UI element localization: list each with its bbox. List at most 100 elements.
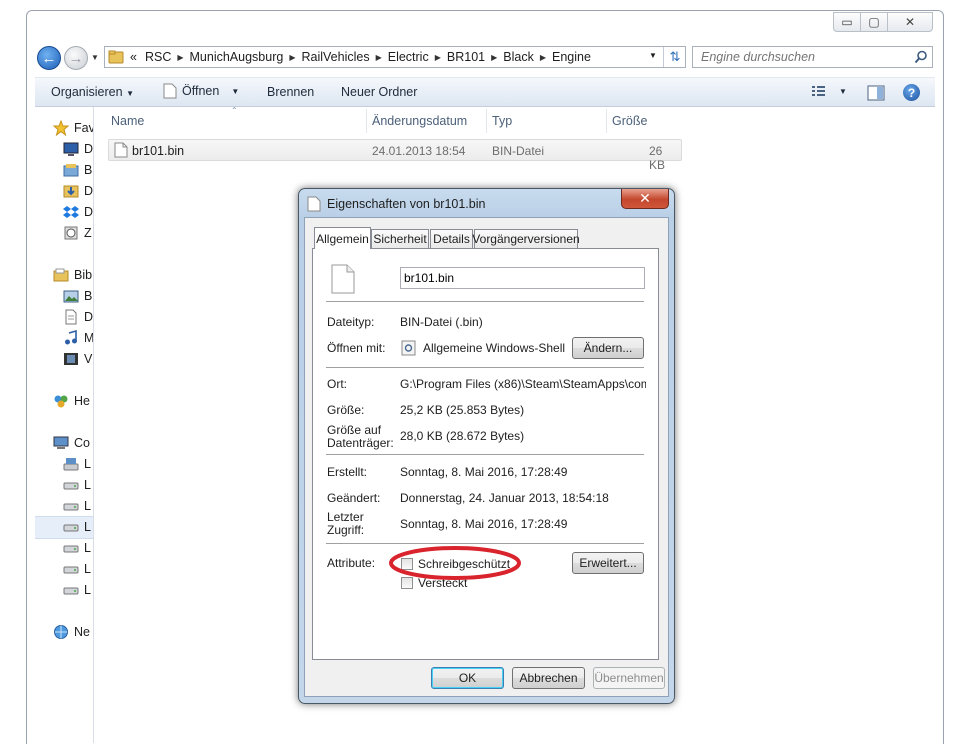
nav-item-folder[interactable]: B (63, 161, 92, 179)
breadcrumb-item[interactable]: Electric (383, 50, 434, 64)
filename-input[interactable] (400, 267, 645, 289)
nav-item-network[interactable]: Ne (53, 623, 90, 641)
refresh-icon[interactable]: ⇅ (663, 47, 686, 67)
breadcrumb-item[interactable]: BR101 (442, 50, 490, 64)
nav-item-drive[interactable]: L (63, 560, 91, 578)
drive-icon (63, 587, 79, 595)
desktop-icon (63, 142, 79, 156)
cancel-button[interactable]: Abbrechen (512, 667, 585, 689)
back-button[interactable]: ← (37, 46, 61, 70)
computer-icon (53, 436, 69, 449)
recent-places-icon (64, 226, 78, 240)
column-header-date[interactable]: Änderungsdatum (372, 114, 467, 128)
nav-item-favorites[interactable]: Fav (53, 119, 93, 137)
advanced-button[interactable]: Erweitert... (572, 552, 644, 574)
folder-icon (63, 164, 79, 177)
nav-item-documents[interactable]: D (63, 308, 93, 326)
forward-button[interactable]: → (64, 46, 88, 70)
nav-item-recent-places[interactable]: Z (63, 224, 92, 242)
file-row[interactable]: br101.bin 24.01.2013 18:54 BIN-Datei 26 … (108, 139, 682, 172)
file-icon (307, 196, 321, 212)
column-header-type[interactable]: Typ (492, 114, 512, 128)
videos-icon (64, 353, 78, 365)
search-box[interactable] (692, 46, 933, 68)
arrow-left-icon: ← (41, 49, 57, 67)
readonly-label[interactable]: Schreibgeschützt (418, 558, 510, 571)
size-label: Größe: (327, 403, 365, 417)
created-value: Sonntag, 8. Mai 2016, 17:28:49 (400, 466, 568, 479)
nav-item-drive[interactable]: L (63, 581, 91, 599)
address-bar[interactable]: « RSC ▶ MunichAugsburg ▶ RailVehicles ▶ … (104, 46, 686, 68)
hidden-checkbox[interactable] (401, 577, 413, 589)
tab-security[interactable]: Sicherheit (371, 229, 429, 248)
breadcrumb-item[interactable]: RSC (140, 50, 176, 64)
tab-previous-versions[interactable]: Vorgängerversionen (472, 229, 580, 248)
search-icon[interactable] (914, 50, 928, 64)
minimize-button[interactable]: ▭ (833, 12, 861, 32)
ok-button[interactable]: OK (431, 667, 504, 689)
burn-button[interactable]: Brennen (267, 85, 314, 99)
file-type-value: BIN-Datei (.bin) (400, 316, 483, 329)
divider (326, 543, 644, 544)
breadcrumb-separator[interactable]: ▶ (288, 53, 296, 62)
nav-item-drive[interactable]: L (63, 497, 91, 515)
file-size: 26 KB (649, 144, 666, 172)
column-divider[interactable] (606, 109, 607, 133)
nav-item-label: B (84, 163, 93, 177)
nav-item-label: D (84, 142, 94, 156)
nav-item-music[interactable]: M (63, 329, 93, 347)
search-input[interactable] (699, 49, 908, 65)
preview-pane-icon[interactable] (867, 85, 885, 101)
column-header-name[interactable]: Name (111, 114, 144, 128)
nav-item-drive-selected[interactable]: L (63, 518, 91, 536)
breadcrumb-separator[interactable]: ▶ (490, 53, 498, 62)
dialog-close-button[interactable]: ✕ (621, 189, 669, 209)
nav-item-computer[interactable]: Co (53, 434, 90, 452)
column-header-size[interactable]: Größe (612, 114, 647, 128)
maximize-button[interactable]: ▢ (860, 12, 888, 32)
readonly-checkbox[interactable] (401, 558, 413, 570)
nav-item-label: L (84, 499, 91, 513)
overflow-chevron[interactable]: « (124, 50, 140, 64)
nav-item-drive[interactable]: L (63, 539, 91, 557)
help-icon[interactable]: ? (903, 84, 920, 101)
nav-item-label: L (84, 520, 91, 534)
nav-item-pictures[interactable]: B (63, 287, 92, 305)
nav-item-homegroup[interactable]: He (53, 392, 90, 410)
column-divider[interactable] (366, 109, 367, 133)
nav-item-drive[interactable]: L (63, 455, 91, 473)
nav-item-label: L (84, 583, 91, 597)
breadcrumb-separator[interactable]: ▶ (176, 53, 184, 62)
tab-general[interactable]: Allgemein (314, 227, 371, 249)
star-icon (53, 120, 69, 136)
tab-details[interactable]: Details (430, 229, 473, 248)
breadcrumb-item[interactable]: MunichAugsburg (185, 50, 289, 64)
close-button[interactable]: ✕ (887, 12, 933, 32)
open-menu[interactable]: Öffnen ▼ (163, 83, 239, 99)
breadcrumb-item[interactable]: Black (498, 50, 539, 64)
nav-item-desktop[interactable]: D (63, 140, 93, 158)
breadcrumb-item[interactable]: Engine (547, 50, 596, 64)
hidden-label[interactable]: Versteckt (418, 577, 467, 590)
view-options-button[interactable]: ▼ (811, 84, 847, 98)
breadcrumb-item[interactable]: RailVehicles (296, 50, 374, 64)
nav-item-videos[interactable]: V (63, 350, 92, 368)
nav-item-label: Ne (74, 625, 90, 639)
nav-item-label: Bib (74, 268, 93, 282)
recent-pages-dropdown[interactable]: ▼ (91, 53, 99, 62)
documents-icon (65, 309, 77, 325)
column-divider[interactable] (486, 109, 487, 133)
breadcrumb-separator[interactable]: ▶ (375, 53, 383, 62)
organize-menu[interactable]: Organisieren ▼ (51, 85, 134, 99)
breadcrumb-separator[interactable]: ▶ (539, 53, 547, 62)
breadcrumb-separator[interactable]: ▶ (434, 53, 442, 62)
address-dropdown-icon[interactable]: ▼ (649, 51, 657, 60)
nav-item-libraries[interactable]: Bib (53, 266, 92, 284)
new-folder-button[interactable]: Neuer Ordner (341, 85, 417, 99)
change-button[interactable]: Ändern... (572, 337, 644, 359)
close-icon: ✕ (639, 190, 651, 206)
nav-item-downloads[interactable]: D (63, 182, 93, 200)
nav-item-drive[interactable]: L (63, 476, 91, 494)
apply-button[interactable]: Übernehmen (593, 667, 665, 689)
nav-item-dropbox[interactable]: D (63, 203, 93, 221)
